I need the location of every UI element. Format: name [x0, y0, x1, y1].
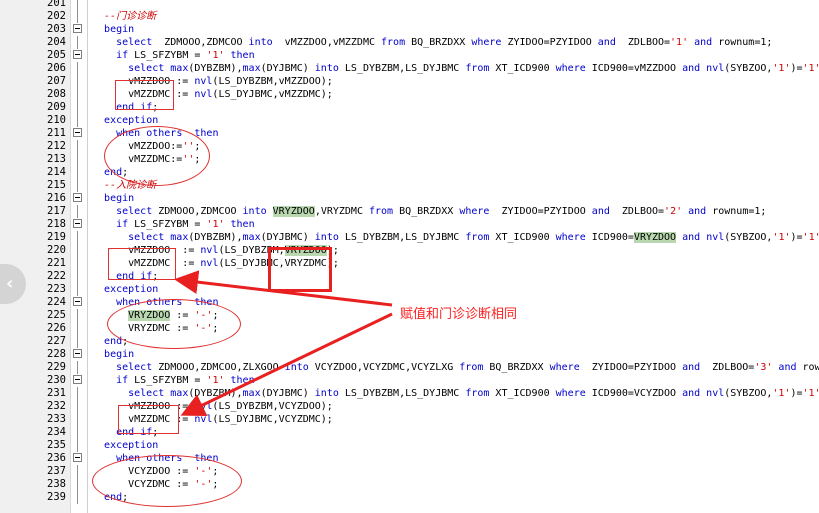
- arrow-to-admission-assign: [174, 270, 393, 307]
- annotation-callout-text: 赋值和门诊诊断相同: [400, 307, 518, 322]
- arrow-to-discharge-assign: [180, 312, 393, 417]
- chevron-left-icon: ‹: [6, 273, 14, 294]
- annotation-arrows: [174, 270, 393, 417]
- code-editor[interactable]: 201 202 --门诊诊断 203 begin 204 select ZDMOOO,…: [0, 0, 819, 513]
